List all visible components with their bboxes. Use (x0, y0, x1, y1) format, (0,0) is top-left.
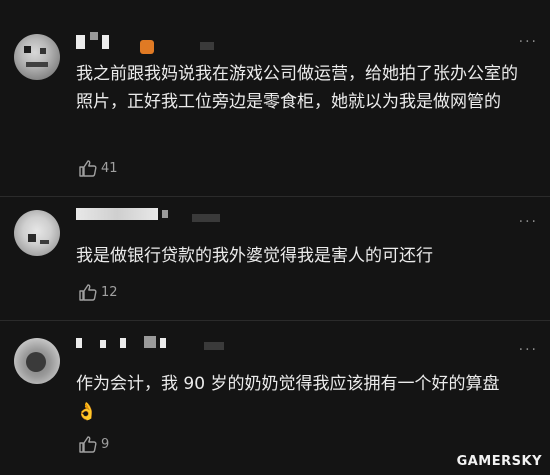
watermark-logo: GAMERSKY (456, 454, 542, 469)
like-button[interactable]: 12 (78, 282, 118, 302)
comment-text: 我是做银行贷款的我外婆觉得我是害人的可还行 (76, 246, 433, 266)
divider (0, 196, 550, 197)
thumbs-up-icon (79, 436, 97, 453)
level-badge (140, 40, 154, 54)
user-avatar[interactable] (14, 210, 60, 256)
comment-text: 作为会计，我 90 岁的奶奶觉得我应该拥有一个好的算盘👌 (76, 374, 500, 422)
comment-3: ··· 作为会计，我 90 岁的奶奶觉得我应该拥有一个好的算盘👌 9 (0, 334, 550, 464)
like-count: 12 (101, 284, 118, 300)
like-button[interactable]: 41 (78, 158, 118, 178)
like-button[interactable]: 9 (78, 434, 109, 454)
user-avatar[interactable] (14, 34, 60, 80)
more-options-icon[interactable]: ··· (519, 342, 538, 358)
thumbs-up-icon (79, 160, 97, 177)
like-count: 41 (101, 160, 118, 176)
comment-text: 我之前跟我妈说我在游戏公司做运营，给她拍了张办公室的照片，正好我工位旁边是零食柜… (76, 64, 518, 112)
user-avatar[interactable] (14, 338, 60, 384)
comment-2: ··· 我是做银行贷款的我外婆觉得我是害人的可还行 12 (0, 206, 550, 316)
more-options-icon[interactable]: ··· (519, 34, 538, 50)
comment-1: ··· 我之前跟我妈说我在游戏公司做运营，给她拍了张办公室的照片，正好我工位旁边… (0, 32, 550, 192)
more-options-icon[interactable]: ··· (519, 214, 538, 230)
like-count: 9 (101, 436, 110, 452)
thumbs-up-icon (79, 284, 97, 301)
divider (0, 320, 550, 321)
